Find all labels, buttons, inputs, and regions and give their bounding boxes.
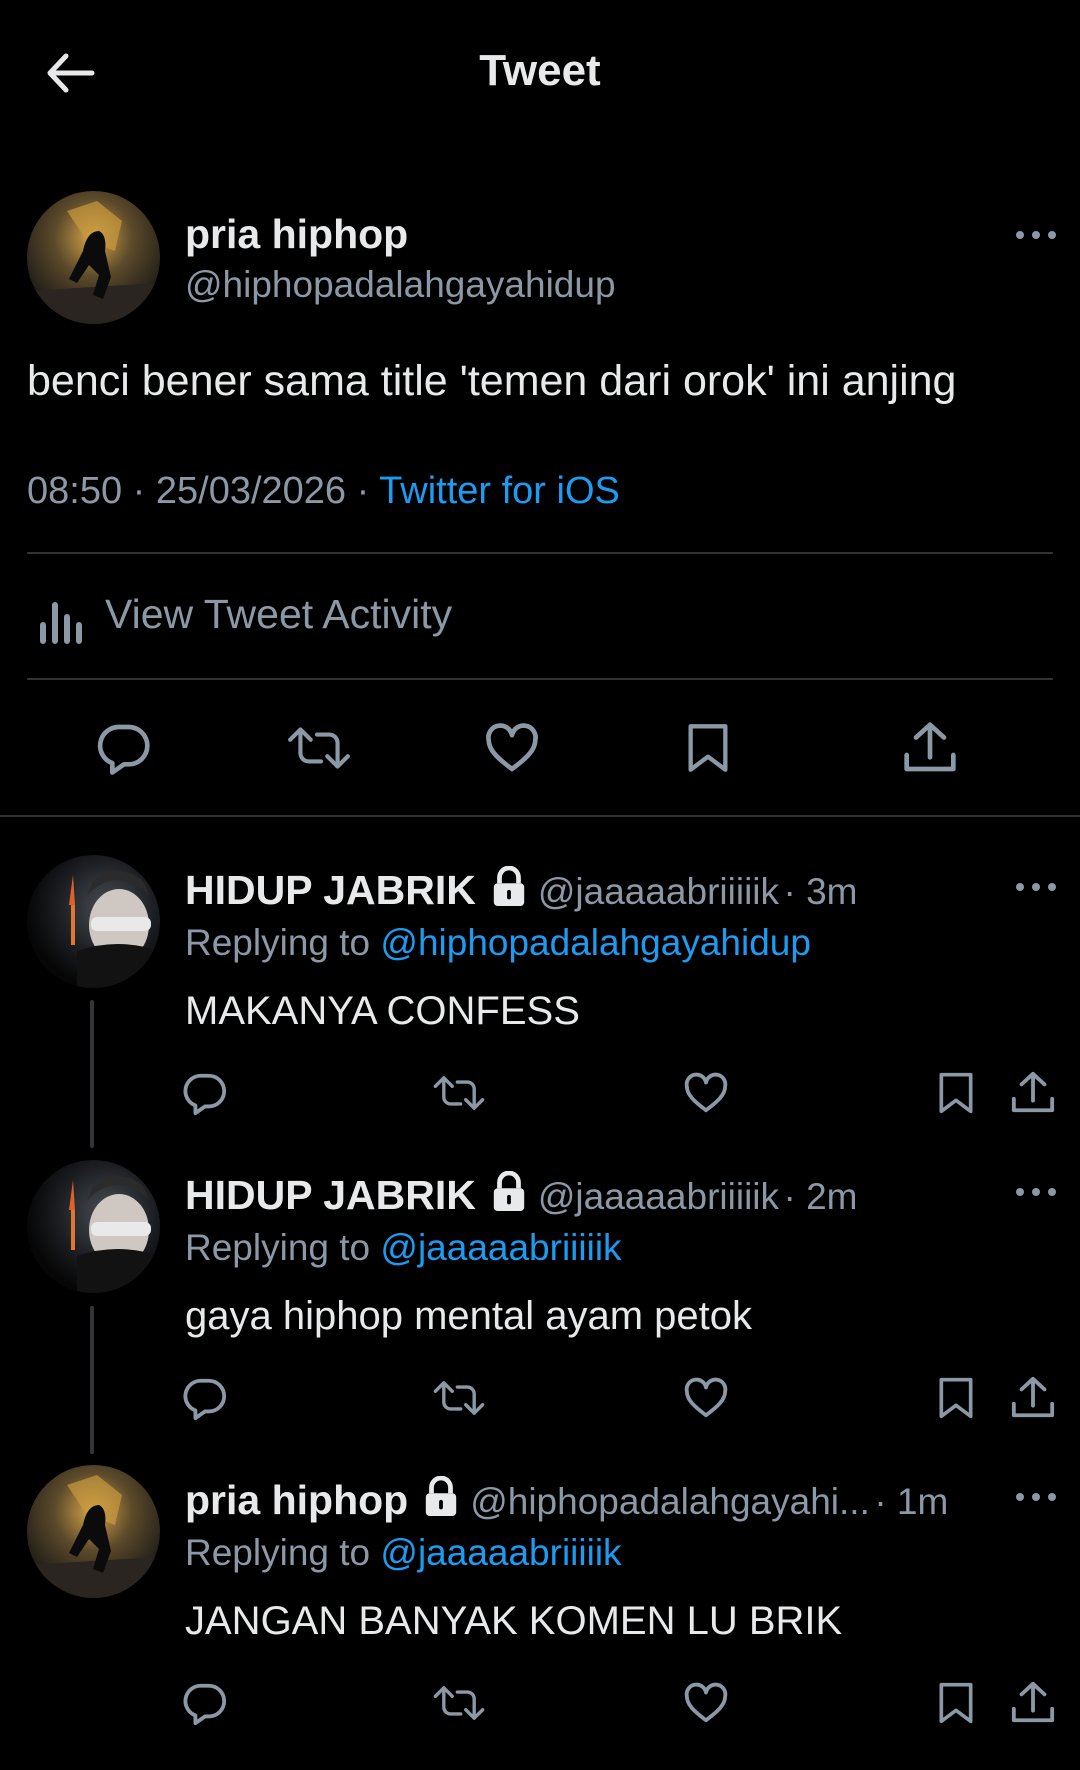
tweet-age: · 2m <box>783 1176 858 1217</box>
meta-separator: · <box>132 470 146 512</box>
reply-text: MAKANYA CONFESS <box>185 989 580 1033</box>
like-button[interactable] <box>484 720 540 776</box>
reply-icon <box>96 720 152 776</box>
tweet-age: · 3m <box>783 871 858 912</box>
like-button[interactable] <box>683 1070 729 1116</box>
tweet-source-link[interactable]: Twitter for iOS <box>379 470 620 512</box>
author-name[interactable]: HIDUP JABRIK <box>185 1172 476 1218</box>
lock-icon <box>490 866 528 908</box>
author-name[interactable]: pria hiphop <box>185 1477 408 1523</box>
like-button[interactable] <box>683 1375 729 1421</box>
tweet-date: 25/03/2026 <box>155 470 347 512</box>
bookmark-icon <box>934 1375 978 1421</box>
bookmark-button[interactable] <box>934 1680 978 1726</box>
bookmark-button[interactable] <box>934 1070 978 1116</box>
bookmark-button[interactable] <box>934 1375 978 1421</box>
share-button[interactable] <box>1010 1680 1056 1726</box>
reply-button[interactable] <box>182 1375 228 1421</box>
share-button[interactable] <box>1010 1375 1056 1421</box>
author-handle[interactable]: @hiphopadalahgayahidup <box>185 264 616 306</box>
tweet-time: 08:50 <box>27 470 123 512</box>
reply-icon <box>182 1070 228 1116</box>
replying-to: Replying to @jaaaaabriiiiik <box>185 1227 622 1268</box>
retweet-button[interactable] <box>432 1377 486 1419</box>
avatar[interactable] <box>27 191 160 324</box>
bookmark-button[interactable] <box>682 722 734 774</box>
author-handle[interactable]: @hiphopadalahgayahi... <box>470 1481 870 1522</box>
bookmark-icon <box>934 1070 978 1116</box>
reply-text: gaya hiphop mental ayam petok <box>185 1294 753 1338</box>
like-icon <box>484 720 540 776</box>
replying-to: Replying to @hiphopadalahgayahidup <box>185 922 811 963</box>
like-button[interactable] <box>683 1680 729 1726</box>
reply-header: HIDUP JABRIK @jaaaaabriiiiik · 2m <box>185 1171 857 1219</box>
share-icon <box>1010 1070 1056 1116</box>
retweet-icon <box>286 722 352 774</box>
like-icon <box>683 1680 729 1726</box>
activity-chart-icon <box>40 602 82 644</box>
more-icon[interactable] <box>1016 1491 1056 1503</box>
reply-header: HIDUP JABRIK @jaaaaabriiiiik · 3m <box>185 866 857 914</box>
author-handle[interactable]: @jaaaaabriiiiik <box>538 871 779 912</box>
tweet-meta: 08:50 · 25/03/2026 · Twitter for iOS <box>27 470 620 513</box>
reply-icon <box>182 1680 228 1726</box>
retweet-icon <box>432 1377 486 1419</box>
reply-button[interactable] <box>96 720 152 776</box>
retweet-icon <box>432 1072 486 1114</box>
view-activity-button[interactable]: View Tweet Activity <box>27 585 627 645</box>
more-icon[interactable] <box>1016 881 1056 893</box>
reply-header: pria hiphop @hiphopadalahgayahi... · 1m <box>185 1476 948 1524</box>
author-name[interactable]: pria hiphop <box>185 211 408 258</box>
tweet-text: benci bener sama title 'temen dari orok'… <box>27 357 957 405</box>
reply-icon <box>182 1375 228 1421</box>
avatar[interactable] <box>27 1465 160 1598</box>
lock-icon <box>490 1171 528 1213</box>
share-icon <box>1010 1680 1056 1726</box>
bookmark-icon <box>682 722 734 774</box>
share-icon <box>902 720 958 776</box>
share-button[interactable] <box>902 720 958 776</box>
author-handle[interactable]: @jaaaaabriiiiik <box>538 1176 779 1217</box>
page-title: Tweet <box>479 46 601 95</box>
avatar[interactable] <box>27 855 160 988</box>
retweet-button[interactable] <box>432 1072 486 1114</box>
lock-icon <box>422 1476 460 1518</box>
retweet-button[interactable] <box>432 1682 486 1724</box>
meta-separator: · <box>356 470 370 512</box>
replying-to-link[interactable]: @jaaaaabriiiiik <box>380 1532 621 1573</box>
retweet-button[interactable] <box>286 722 352 774</box>
like-icon <box>683 1375 729 1421</box>
author-name[interactable]: HIDUP JABRIK <box>185 867 476 913</box>
replying-to: Replying to @jaaaaabriiiiik <box>185 1532 622 1573</box>
replying-to-link[interactable]: @jaaaaabriiiiik <box>380 1227 621 1268</box>
divider <box>0 815 1080 817</box>
divider <box>27 678 1053 680</box>
like-icon <box>683 1070 729 1116</box>
share-icon <box>1010 1375 1056 1421</box>
thread-line <box>90 1306 94 1454</box>
retweet-icon <box>432 1682 486 1724</box>
reply-text: JANGAN BANYAK KOMEN LU BRIK <box>185 1599 843 1643</box>
avatar[interactable] <box>27 1160 160 1293</box>
view-activity-label: View Tweet Activity <box>105 591 453 637</box>
reply-button[interactable] <box>182 1070 228 1116</box>
bookmark-icon <box>934 1680 978 1726</box>
tweet-age: · 1m <box>874 1481 949 1522</box>
more-icon[interactable] <box>1016 229 1056 241</box>
replying-to-link[interactable]: @hiphopadalahgayahidup <box>380 922 811 963</box>
thread-line <box>90 1000 94 1148</box>
share-button[interactable] <box>1010 1070 1056 1116</box>
more-icon[interactable] <box>1016 1186 1056 1198</box>
reply-button[interactable] <box>182 1680 228 1726</box>
divider <box>27 552 1053 554</box>
